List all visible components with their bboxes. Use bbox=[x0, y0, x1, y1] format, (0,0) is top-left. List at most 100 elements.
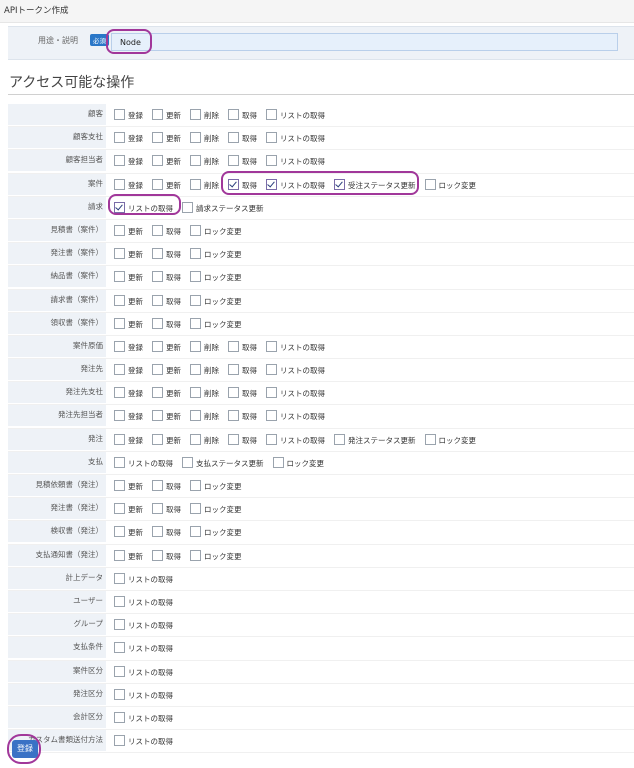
checkbox[interactable] bbox=[424, 433, 436, 445]
checkbox[interactable] bbox=[152, 271, 163, 283]
permission-option[interactable]: ロック変更 bbox=[424, 178, 476, 191]
checkbox[interactable] bbox=[114, 248, 125, 260]
checkbox[interactable] bbox=[152, 248, 163, 260]
checkbox[interactable] bbox=[114, 155, 125, 167]
checkbox[interactable] bbox=[228, 109, 239, 120]
permission-option[interactable]: 更新 bbox=[114, 480, 143, 492]
permission-option[interactable]: リストの取得 bbox=[114, 642, 173, 654]
permission-option[interactable]: リストの取得 bbox=[114, 595, 173, 608]
permission-option[interactable]: 取得 bbox=[228, 433, 257, 446]
checkbox[interactable] bbox=[266, 132, 277, 144]
permission-option[interactable]: 取得 bbox=[228, 132, 257, 144]
permission-option[interactable]: 削除 bbox=[190, 387, 219, 399]
checkbox[interactable] bbox=[228, 132, 239, 144]
checkbox[interactable] bbox=[114, 480, 125, 491]
permission-option[interactable]: 取得 bbox=[228, 109, 257, 121]
permission-option[interactable]: 発注ステータス更新 bbox=[334, 433, 416, 446]
checkbox[interactable] bbox=[190, 109, 201, 120]
permission-option[interactable]: 登録 bbox=[114, 178, 143, 191]
permission-option[interactable]: 更新 bbox=[152, 132, 181, 144]
permission-option[interactable]: 削除 bbox=[190, 364, 219, 376]
permission-option[interactable]: 取得 bbox=[152, 271, 181, 283]
checkbox[interactable] bbox=[228, 364, 239, 376]
purpose-input[interactable]: Node bbox=[111, 33, 618, 51]
permission-option[interactable]: 受注ステータス更新 bbox=[334, 178, 416, 191]
permission-option[interactable]: 取得 bbox=[152, 549, 181, 562]
checkbox[interactable] bbox=[182, 456, 193, 468]
permission-option[interactable]: 登録 bbox=[114, 433, 143, 446]
permission-option[interactable]: 更新 bbox=[114, 224, 143, 237]
checkbox[interactable] bbox=[114, 619, 125, 631]
permission-option[interactable]: 取得 bbox=[228, 410, 257, 422]
checkbox-checked[interactable] bbox=[228, 178, 239, 190]
checkbox[interactable] bbox=[190, 503, 201, 515]
permission-option[interactable]: 取得 bbox=[228, 387, 257, 399]
checkbox[interactable] bbox=[152, 155, 163, 167]
submit-button[interactable]: 登録 bbox=[12, 740, 38, 758]
checkbox[interactable] bbox=[228, 155, 239, 167]
checkbox[interactable] bbox=[266, 387, 277, 399]
permission-option[interactable]: 更新 bbox=[114, 271, 143, 283]
checkbox[interactable] bbox=[152, 433, 163, 445]
checkbox[interactable] bbox=[152, 340, 163, 352]
checkbox[interactable] bbox=[114, 271, 125, 283]
permission-option[interactable]: 更新 bbox=[114, 549, 143, 562]
permission-option[interactable]: ロック変更 bbox=[190, 503, 242, 515]
permission-option[interactable]: 更新 bbox=[114, 248, 143, 260]
permission-option[interactable]: 更新 bbox=[152, 410, 181, 422]
permission-option[interactable]: リストの取得 bbox=[114, 688, 173, 701]
permission-option[interactable]: リストの取得 bbox=[266, 178, 325, 191]
permission-option[interactable]: 更新 bbox=[114, 503, 143, 515]
checkbox[interactable] bbox=[114, 433, 125, 445]
permission-option[interactable]: 更新 bbox=[152, 387, 181, 399]
checkbox[interactable] bbox=[182, 201, 193, 213]
checkbox[interactable] bbox=[228, 410, 239, 422]
checkbox[interactable] bbox=[190, 317, 201, 329]
permission-option[interactable]: 取得 bbox=[228, 155, 257, 167]
checkbox[interactable] bbox=[190, 364, 201, 376]
permission-option[interactable]: 登録 bbox=[114, 340, 143, 353]
permission-option[interactable]: 取得 bbox=[152, 248, 181, 260]
checkbox[interactable] bbox=[152, 364, 163, 376]
checkbox[interactable] bbox=[266, 155, 277, 167]
checkbox[interactable] bbox=[114, 224, 125, 236]
checkbox[interactable] bbox=[152, 178, 163, 190]
permission-option[interactable]: リストの取得 bbox=[266, 109, 325, 121]
permission-option[interactable]: 削除 bbox=[190, 155, 219, 167]
permission-option[interactable]: ロック変更 bbox=[190, 294, 242, 307]
permission-option[interactable]: 取得 bbox=[152, 294, 181, 307]
permission-option[interactable]: リストの取得 bbox=[114, 619, 173, 631]
checkbox[interactable] bbox=[228, 340, 239, 352]
checkbox[interactable] bbox=[190, 132, 201, 144]
permission-option[interactable]: 削除 bbox=[190, 340, 219, 353]
checkbox-checked[interactable] bbox=[266, 178, 277, 190]
checkbox[interactable] bbox=[190, 549, 201, 561]
checkbox[interactable] bbox=[334, 433, 345, 445]
checkbox[interactable] bbox=[190, 410, 201, 422]
permission-option[interactable]: 登録 bbox=[114, 155, 143, 167]
checkbox[interactable] bbox=[190, 340, 201, 352]
permission-option[interactable]: リストの取得 bbox=[114, 456, 173, 469]
permission-option[interactable]: リストの取得 bbox=[114, 572, 173, 585]
checkbox[interactable] bbox=[190, 433, 201, 445]
checkbox[interactable] bbox=[272, 456, 284, 468]
checkbox[interactable] bbox=[114, 665, 125, 677]
permission-option[interactable]: 支払ステータス更新 bbox=[182, 456, 264, 469]
checkbox[interactable] bbox=[114, 387, 125, 399]
permission-option[interactable]: 請求ステータス更新 bbox=[182, 201, 264, 214]
permission-option[interactable]: 取得 bbox=[228, 340, 257, 353]
permission-option[interactable]: 削除 bbox=[190, 410, 219, 422]
checkbox[interactable] bbox=[190, 224, 201, 236]
checkbox[interactable] bbox=[114, 132, 125, 144]
checkbox[interactable] bbox=[266, 410, 277, 422]
permission-option[interactable]: ロック変更 bbox=[190, 549, 242, 562]
checkbox[interactable] bbox=[114, 456, 125, 468]
checkbox[interactable] bbox=[152, 294, 163, 306]
checkbox[interactable] bbox=[114, 711, 125, 723]
permission-option[interactable]: リストの取得 bbox=[266, 340, 325, 353]
permission-option[interactable]: 更新 bbox=[152, 155, 181, 167]
checkbox[interactable] bbox=[152, 224, 163, 236]
checkbox[interactable] bbox=[152, 387, 163, 399]
permission-option[interactable]: 登録 bbox=[114, 410, 143, 422]
permission-option[interactable]: 登録 bbox=[114, 364, 143, 376]
